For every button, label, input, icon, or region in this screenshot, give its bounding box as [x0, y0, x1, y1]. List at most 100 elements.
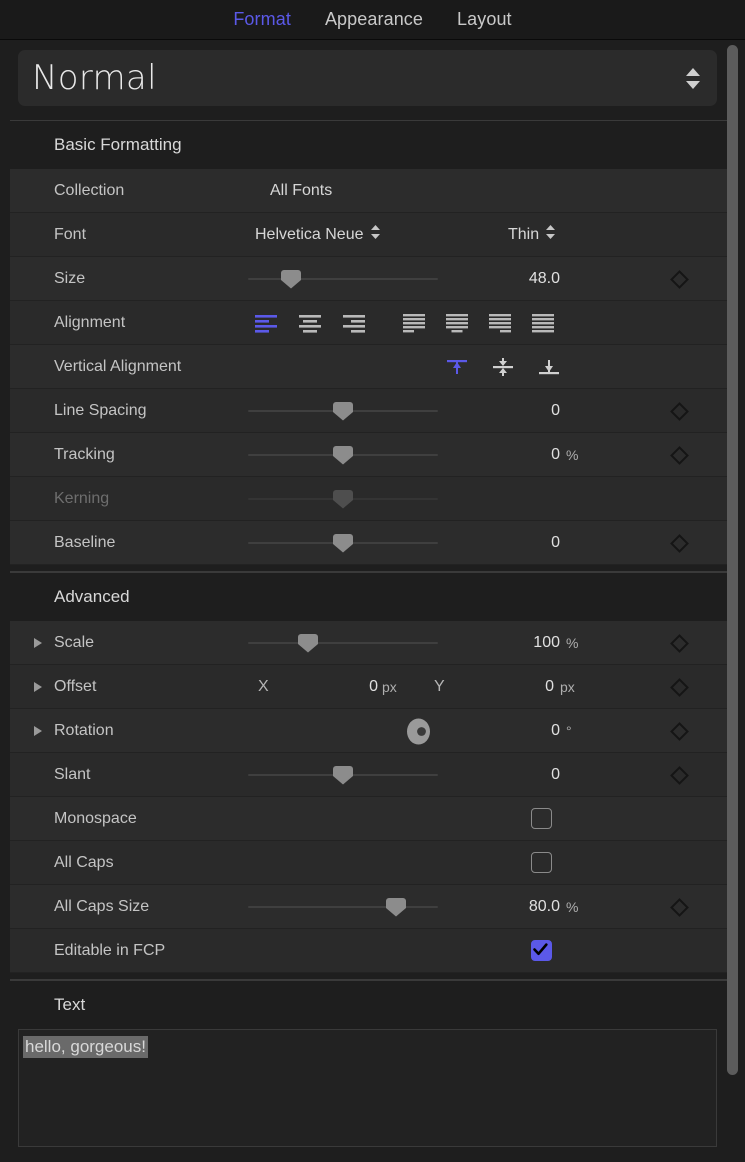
- scale-value[interactable]: 100: [450, 634, 560, 652]
- row-slant[interactable]: Slant 0: [10, 753, 735, 797]
- slider-knob[interactable]: [333, 446, 353, 465]
- row-line-spacing[interactable]: Line Spacing 0: [10, 389, 735, 433]
- disclosure-triangle-icon[interactable]: [34, 638, 42, 648]
- baseline-slider[interactable]: [248, 521, 438, 565]
- row-label-scale: Scale: [54, 634, 94, 652]
- justify-full-icon[interactable]: [531, 313, 557, 333]
- justify-center-icon[interactable]: [445, 313, 471, 333]
- stepper-updown-icon[interactable]: [685, 68, 701, 89]
- row-baseline[interactable]: Baseline 0: [10, 521, 735, 565]
- slider-knob[interactable]: [333, 766, 353, 785]
- basic-formatting-rows: Collection All Fonts Font Helvetica Neue…: [0, 169, 745, 565]
- text-content-field[interactable]: hello, gorgeous!: [18, 1029, 717, 1147]
- row-all-caps-size[interactable]: All Caps Size 80.0 %: [10, 885, 735, 929]
- font-style-value: Thin: [508, 226, 539, 244]
- row-label-font: Font: [54, 226, 86, 244]
- align-left-icon[interactable]: [254, 313, 280, 333]
- slant-slider[interactable]: [248, 753, 438, 797]
- row-label-baseline: Baseline: [54, 534, 115, 552]
- font-family-popup[interactable]: Helvetica Neue: [255, 224, 381, 245]
- all-caps-checkbox[interactable]: [531, 852, 552, 873]
- inspector-tabbar: Format Appearance Layout: [0, 0, 745, 40]
- panel-scrollbar[interactable]: [727, 45, 738, 1077]
- keyframe-diamond-icon[interactable]: [670, 634, 689, 653]
- preset-popup-button[interactable]: Normal: [18, 50, 717, 106]
- keyframe-diamond-icon[interactable]: [670, 678, 689, 697]
- slider-knob[interactable]: [333, 402, 353, 421]
- align-right-icon[interactable]: [342, 313, 368, 333]
- row-monospace[interactable]: Monospace: [10, 797, 735, 841]
- align-center-icon[interactable]: [298, 313, 324, 333]
- justify-right-icon[interactable]: [488, 313, 514, 333]
- offset-x-label: X: [258, 678, 282, 696]
- editable-in-fcp-checkbox[interactable]: [531, 940, 552, 961]
- line-spacing-value[interactable]: 0: [450, 402, 560, 420]
- row-size[interactable]: Size 48.0: [10, 257, 735, 301]
- monospace-checkbox[interactable]: [531, 808, 552, 829]
- slider-knob: [333, 490, 353, 509]
- row-label-all-caps-size: All Caps Size: [54, 898, 149, 916]
- rotation-dial[interactable]: [404, 717, 433, 746]
- text-section: Text hello, gorgeous!: [0, 981, 745, 1147]
- rotation-value[interactable]: 0: [450, 722, 560, 740]
- valign-bottom-icon[interactable]: [536, 357, 562, 377]
- row-vertical-alignment[interactable]: Vertical Alignment: [10, 345, 735, 389]
- all-caps-size-value[interactable]: 80.0: [450, 898, 560, 916]
- tab-format[interactable]: Format: [233, 9, 291, 30]
- scale-slider[interactable]: [248, 621, 438, 665]
- section-header-text: Text: [0, 981, 745, 1029]
- justify-left-icon[interactable]: [402, 313, 428, 333]
- tab-appearance[interactable]: Appearance: [325, 9, 423, 30]
- disclosure-triangle-icon[interactable]: [34, 682, 42, 692]
- collection-popup-value[interactable]: All Fonts: [270, 182, 332, 200]
- slant-value[interactable]: 0: [450, 766, 560, 784]
- tracking-slider[interactable]: [248, 433, 438, 477]
- slider-track: [248, 642, 438, 644]
- row-label-rotation: Rotation: [54, 722, 114, 740]
- row-rotation[interactable]: Rotation 0 °: [10, 709, 735, 753]
- slider-knob[interactable]: [298, 634, 318, 653]
- keyframe-diamond-icon[interactable]: [670, 402, 689, 421]
- scrollbar-thumb[interactable]: [727, 45, 738, 1075]
- row-font[interactable]: Font Helvetica Neue Thin: [10, 213, 735, 257]
- row-editable-in-fcp[interactable]: Editable in FCP: [10, 929, 735, 973]
- keyframe-diamond-icon[interactable]: [670, 766, 689, 785]
- slider-knob[interactable]: [333, 534, 353, 553]
- section-header-basic-formatting: Basic Formatting: [0, 121, 745, 169]
- row-kerning: Kerning: [10, 477, 735, 521]
- tab-layout[interactable]: Layout: [457, 9, 512, 30]
- row-scale[interactable]: Scale 100 %: [10, 621, 735, 665]
- disclosure-triangle-icon[interactable]: [34, 726, 42, 736]
- font-style-popup[interactable]: Thin: [508, 224, 556, 245]
- text-content-value[interactable]: hello, gorgeous!: [23, 1036, 148, 1058]
- keyframe-diamond-icon[interactable]: [670, 534, 689, 553]
- offset-x-value[interactable]: 0: [300, 678, 378, 696]
- alignment-button-group: [254, 313, 368, 333]
- tracking-value[interactable]: 0: [450, 446, 560, 464]
- all-caps-size-slider[interactable]: [248, 885, 438, 929]
- keyframe-diamond-icon[interactable]: [670, 270, 689, 289]
- line-spacing-slider[interactable]: [248, 389, 438, 433]
- valign-top-icon[interactable]: [444, 357, 470, 377]
- row-label-line-spacing: Line Spacing: [54, 402, 147, 420]
- row-all-caps[interactable]: All Caps: [10, 841, 735, 885]
- row-alignment[interactable]: Alignment: [10, 301, 735, 345]
- size-value[interactable]: 48.0: [450, 270, 560, 288]
- row-collection[interactable]: Collection All Fonts: [10, 169, 735, 213]
- chevron-updown-icon: [370, 224, 381, 245]
- row-tracking[interactable]: Tracking 0 %: [10, 433, 735, 477]
- row-offset[interactable]: Offset X 0 px Y 0 px: [10, 665, 735, 709]
- slider-knob[interactable]: [281, 270, 301, 289]
- keyframe-diamond-icon[interactable]: [670, 722, 689, 741]
- offset-y-value[interactable]: 0: [476, 678, 554, 696]
- slider-track: [248, 278, 438, 280]
- slider-knob[interactable]: [386, 898, 406, 917]
- keyframe-diamond-icon[interactable]: [670, 898, 689, 917]
- rotation-unit: °: [566, 723, 596, 739]
- vertical-alignment-button-group: [444, 357, 562, 377]
- baseline-value[interactable]: 0: [450, 534, 560, 552]
- size-slider[interactable]: [248, 257, 438, 301]
- text-inspector-panel: Format Appearance Layout Normal Basic Fo…: [0, 0, 745, 1162]
- valign-middle-icon[interactable]: [490, 357, 516, 377]
- keyframe-diamond-icon[interactable]: [670, 446, 689, 465]
